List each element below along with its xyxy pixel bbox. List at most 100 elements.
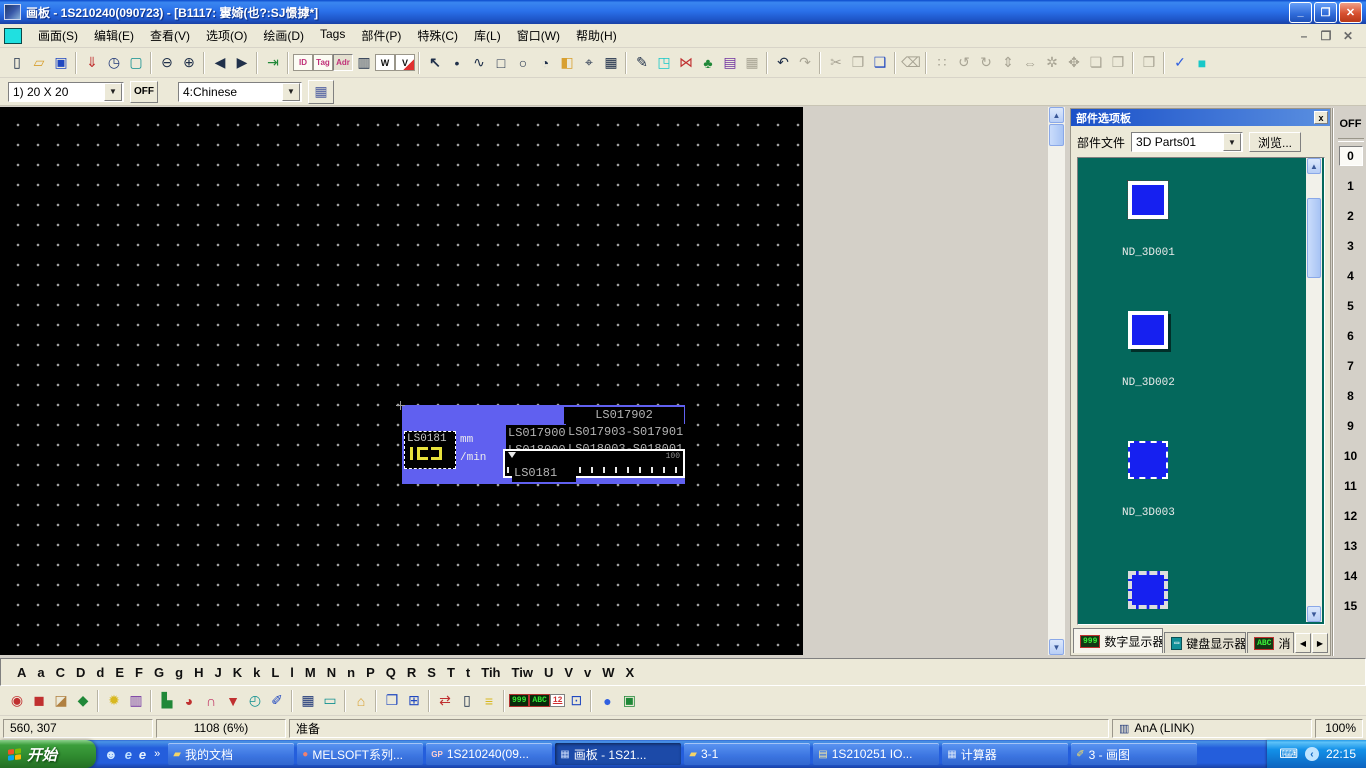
- numeric-display-icon[interactable]: 999: [509, 694, 529, 707]
- browse-button[interactable]: 浏览...: [1249, 132, 1301, 152]
- tag-letter-button[interactable]: P: [366, 665, 375, 680]
- image-tool-icon[interactable]: ♣: [697, 52, 719, 74]
- tag-letter-button[interactable]: X: [626, 665, 635, 680]
- pie-graph-icon[interactable]: ◕: [178, 690, 200, 712]
- task-huaban[interactable]: ▦ 画板 - 1S21...: [555, 743, 681, 765]
- rect-tool-icon[interactable]: □: [490, 52, 512, 74]
- minimize-button[interactable]: _: [1289, 2, 1312, 23]
- redo-icon[interactable]: ↷: [794, 52, 816, 74]
- state-off-button[interactable]: OFF: [1340, 118, 1362, 130]
- picture-display-icon[interactable]: ▣: [618, 690, 640, 712]
- erase-icon[interactable]: ⌫: [900, 52, 922, 74]
- scroll-down-icon[interactable]: ▼: [1307, 606, 1321, 622]
- menu-item[interactable]: 库(L): [466, 24, 509, 47]
- file-transfer-icon[interactable]: ⇄: [434, 690, 456, 712]
- quick-launch-overflow[interactable]: »: [154, 748, 160, 760]
- zoom-out-icon[interactable]: ⊖: [156, 52, 178, 74]
- menu-item[interactable]: 部件(P): [353, 24, 409, 47]
- mark-tool-icon[interactable]: ⋈: [675, 52, 697, 74]
- tag-letter-button[interactable]: Q: [386, 665, 396, 680]
- group-icon[interactable]: ❒: [1138, 52, 1160, 74]
- state-number-button[interactable]: 8: [1339, 386, 1363, 406]
- state-number-button[interactable]: 12: [1339, 506, 1363, 526]
- tag-letter-button[interactable]: T: [447, 665, 455, 680]
- toggle-switch-icon[interactable]: ◆: [72, 690, 94, 712]
- quicklaunch-ie-icon[interactable]: e: [125, 747, 132, 762]
- tag-letter-button[interactable]: G: [154, 665, 164, 680]
- task-my-documents[interactable]: ▰ 我的文档: [168, 743, 294, 765]
- tab-scroll-left-button[interactable]: ◀: [1295, 633, 1311, 653]
- tag-letter-button[interactable]: H: [194, 665, 203, 680]
- tag-list-icon[interactable]: ▥: [353, 52, 375, 74]
- check-icon[interactable]: ✓: [1169, 52, 1191, 74]
- chevron-down-icon[interactable]: ▼: [1223, 133, 1241, 151]
- keypad-icon[interactable]: ▦: [297, 690, 319, 712]
- menu-item[interactable]: 选项(O): [198, 24, 255, 47]
- state-number-button[interactable]: 11: [1339, 476, 1363, 496]
- tag-letter-button[interactable]: M: [305, 665, 316, 680]
- tag-id-icon[interactable]: ID: [293, 54, 313, 71]
- ellipse-tool-icon[interactable]: ○: [512, 52, 534, 74]
- tab-keypad-display[interactable]: ▭ 键盘显示器: [1164, 632, 1246, 653]
- tag-letter-button[interactable]: l: [290, 665, 294, 680]
- paste-icon[interactable]: ❑: [869, 52, 891, 74]
- align-icon[interactable]: ∷: [931, 52, 953, 74]
- scrollbar-thumb[interactable]: [1049, 124, 1064, 146]
- bring-front-icon[interactable]: ❏: [1085, 52, 1107, 74]
- alarm-icon[interactable]: ≡: [478, 690, 500, 712]
- restore-button[interactable]: ❐: [1314, 2, 1337, 23]
- tag-letter-button[interactable]: t: [466, 665, 470, 680]
- state-number-button[interactable]: 6: [1339, 326, 1363, 346]
- palette-close-button[interactable]: x: [1314, 111, 1328, 124]
- new-screen-icon[interactable]: ▯: [6, 52, 28, 74]
- state-number-button[interactable]: 4: [1339, 266, 1363, 286]
- arc-tool-icon[interactable]: ◔: [534, 52, 556, 74]
- word-switch-icon[interactable]: ◼: [28, 690, 50, 712]
- tag-v-icon[interactable]: V: [395, 54, 415, 71]
- data-copy-icon[interactable]: ❐: [381, 690, 403, 712]
- trend-graph-icon[interactable]: ✐: [266, 690, 288, 712]
- task-paint[interactable]: ✐ 3 - 画图: [1071, 743, 1197, 765]
- state-number-button[interactable]: 5: [1339, 296, 1363, 316]
- select-tool-icon[interactable]: ↖: [424, 52, 446, 74]
- tag-name-icon[interactable]: Tag: [313, 54, 333, 71]
- pilot-lamp-icon[interactable]: ▥: [125, 690, 147, 712]
- menu-item[interactable]: 编辑(E): [86, 24, 142, 47]
- tag-letter-button[interactable]: v: [584, 665, 591, 680]
- monitor-icon[interactable]: ▢: [125, 52, 147, 74]
- polygon-tool-icon[interactable]: ⌖: [578, 52, 600, 74]
- quicklaunch-browser-icon[interactable]: e: [139, 747, 146, 762]
- keypad-display-icon[interactable]: ▭: [319, 690, 341, 712]
- tank-graph-icon[interactable]: ▼: [222, 690, 244, 712]
- color-swatch-icon[interactable]: ■: [1191, 52, 1213, 74]
- task-melsoft[interactable]: ● MELSOFT系列...: [297, 743, 423, 765]
- tab-numeric-display[interactable]: 999 数字显示器: [1073, 628, 1163, 653]
- state-number-button[interactable]: 1: [1339, 176, 1363, 196]
- date-display-icon[interactable]: 12: [550, 694, 566, 707]
- tag-letter-button[interactable]: R: [407, 665, 416, 680]
- state-number-button[interactable]: 9: [1339, 416, 1363, 436]
- tag-letter-button[interactable]: Tih: [481, 665, 500, 680]
- tag-label[interactable]: LS0181: [512, 465, 576, 482]
- language-select[interactable]: 4:Chinese ▼: [178, 82, 302, 102]
- fill-tool-icon[interactable]: ◧: [556, 52, 578, 74]
- menu-item[interactable]: 画面(S): [30, 24, 86, 47]
- tab-scroll-right-button[interactable]: ▶: [1312, 633, 1328, 653]
- tag-letter-button[interactable]: W: [602, 665, 614, 680]
- prev-screen-icon[interactable]: ◀: [209, 52, 231, 74]
- palette-title-bar[interactable]: 部件选项板 x: [1071, 109, 1330, 126]
- state-number-button[interactable]: 0: [1339, 146, 1363, 166]
- meter-graph-icon[interactable]: ◴: [244, 690, 266, 712]
- frame-tool-icon[interactable]: ◳: [653, 52, 675, 74]
- tag-letter-button[interactable]: N: [327, 665, 336, 680]
- hatch-tool-icon[interactable]: ▦: [600, 52, 622, 74]
- tag-w-icon[interactable]: W: [375, 54, 395, 71]
- hmi-widget[interactable]: LS0181 mm /min LS017902 LS017900 LS01790…: [402, 405, 685, 484]
- tag-address-icon[interactable]: Adr: [333, 54, 353, 71]
- off-state-button[interactable]: OFF: [130, 81, 158, 103]
- parts-file-select[interactable]: 3D Parts01 ▼: [1131, 132, 1243, 152]
- zoom-in-icon[interactable]: ⊕: [178, 52, 200, 74]
- tag-letter-button[interactable]: k: [253, 665, 260, 680]
- numeric-display-part[interactable]: LS0181: [404, 431, 456, 469]
- simulation-icon[interactable]: ◷: [103, 52, 125, 74]
